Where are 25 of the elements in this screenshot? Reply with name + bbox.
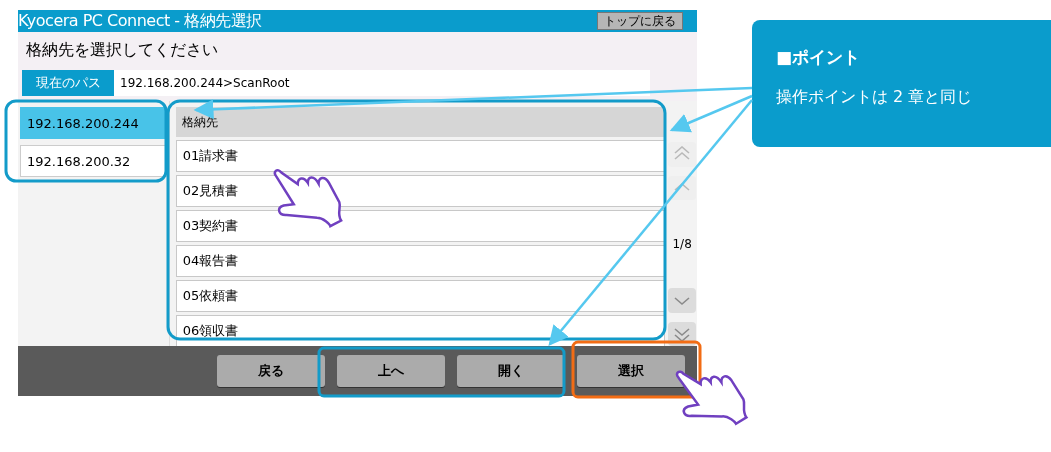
page-indicator: 1/8 (672, 237, 692, 251)
prompt-text: 格納先を選択してください (25, 39, 219, 61)
folder-item[interactable]: 05依頼書 (175, 280, 666, 312)
action-button[interactable]: 上へ (337, 355, 445, 387)
folder-item[interactable]: 03契約書 (175, 210, 666, 242)
hand-icon (675, 370, 748, 425)
top-button[interactable]: トップに戻る (597, 12, 683, 30)
folder-item[interactable]: 01請求書 (175, 140, 666, 172)
folder-item[interactable]: 02見積書 (175, 175, 666, 207)
double-chevron-icon (674, 325, 691, 342)
list-header: 格納先 (175, 107, 666, 137)
action-button[interactable]: 開く (457, 355, 565, 387)
path-label: 現在のパス (22, 70, 114, 96)
folder-item[interactable]: 04報告書 (175, 245, 666, 277)
action-button[interactable]: 戻る (217, 355, 325, 387)
path-value: 192.168.200.244>ScanRoot (119, 75, 290, 92)
callout-text: 操作ポイントは 2 章と同じ (776, 87, 974, 108)
action-button[interactable]: 選択 (577, 355, 685, 387)
callout-title: ■ポイント (776, 46, 862, 69)
hand-icon (273, 168, 343, 228)
scroll-next-button[interactable] (668, 288, 697, 313)
server-item[interactable]: 192.168.200.244 (20, 107, 167, 139)
window-title: Kyocera PC Connect - 格納先選択 (18, 10, 262, 32)
server-item[interactable]: 192.168.200.32 (20, 145, 167, 177)
double-chevron-icon (674, 146, 691, 163)
